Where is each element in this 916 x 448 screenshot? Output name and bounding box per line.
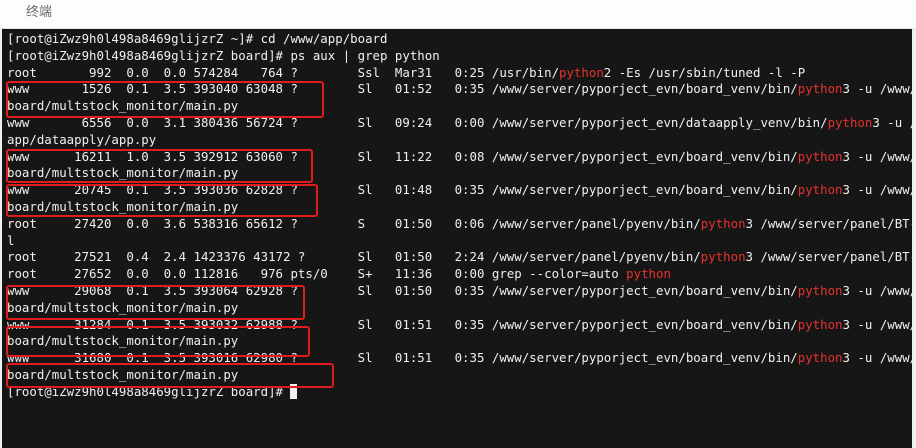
terminal-text: root 27420 0.0 3.6 538316 65612 ? S 01:5… — [7, 215, 701, 231]
annotation-box-3 — [6, 184, 318, 217]
terminal-line: root 992 0.0 0.0 574284 764 ? Ssl Mar31 … — [7, 65, 912, 82]
highlighted-match: python — [797, 148, 843, 164]
terminal-line: [root@iZwz9h0l498a8469glijzrZ ~]# cd /ww… — [7, 31, 912, 48]
terminal-line: root 27521 0.4 2.4 1423376 43172 ? Sl 01… — [7, 249, 912, 266]
annotation-box-6 — [6, 363, 334, 388]
terminal-text: 3 /www/server/panel/BT-Pane — [745, 215, 912, 231]
highlighted-match: python — [797, 350, 843, 366]
terminal-text: 3 -u /www/app/ — [842, 350, 912, 366]
annotation-box-1 — [6, 81, 324, 118]
terminal-line: root 27652 0.0 0.0 112816 976 pts/0 S+ 1… — [7, 266, 912, 283]
terminal-text: 3 -u /www/app/ — [842, 282, 912, 298]
window-title: 终端 — [26, 4, 53, 19]
title-bar: 终端 — [0, 0, 916, 29]
annotation-box-5 — [6, 326, 310, 357]
terminal-line: [root@iZwz9h0l498a8469glijzrZ board]# ps… — [7, 48, 912, 65]
terminal-output[interactable]: [root@iZwz9h0l498a8469glijzrZ ~]# cd /ww… — [2, 29, 912, 448]
terminal-text: 3 -u /www/app/ — [842, 316, 912, 332]
highlighted-match: python — [559, 64, 604, 80]
terminal-text: app/dataapply/app.py — [7, 131, 157, 147]
terminal-window: 终端 [root@iZwz9h0l498a8469glijzrZ ~]# cd … — [0, 0, 916, 448]
terminal-text: root 992 0.0 0.0 574284 764 ? Ssl Mar31 … — [7, 64, 560, 80]
annotation-box-2 — [6, 149, 313, 183]
highlighted-match: python — [700, 215, 746, 231]
highlighted-match: python — [797, 81, 843, 97]
terminal-text: 3 -u /www/app/ — [842, 148, 912, 164]
terminal-text: l — [7, 232, 15, 248]
highlighted-match: python — [797, 182, 843, 198]
terminal-text: [root@iZwz9h0l498a8469glijzrZ ~]# cd /ww… — [7, 31, 388, 46]
terminal-text: root 27521 0.4 2.4 1423376 43172 ? Sl 01… — [7, 249, 701, 265]
terminal-text: 2 -Es /usr/sbin/tuned -l -P — [603, 64, 806, 80]
terminal-line: l — [7, 233, 912, 250]
terminal-text: root 27652 0.0 0.0 112816 976 pts/0 S+ 1… — [7, 266, 627, 282]
terminal-text: 3 -u /www/ — [872, 114, 912, 130]
highlighted-match: python — [827, 114, 873, 130]
annotation-box-4 — [6, 285, 305, 320]
highlighted-match: python — [797, 282, 843, 298]
terminal-text: 3 -u /www/app/ — [842, 182, 912, 198]
terminal-text: 3 -u /www/app/ — [842, 81, 912, 97]
highlighted-match: python — [700, 249, 746, 265]
highlighted-match: python — [797, 316, 843, 332]
terminal-text: 3 /www/server/panel/BT-Task — [745, 249, 912, 265]
terminal-text: [root@iZwz9h0l498a8469glijzrZ board]# ps… — [7, 47, 440, 63]
highlighted-match: python — [626, 266, 671, 282]
terminal-line: app/dataapply/app.py — [7, 132, 912, 149]
terminal-line: root 27420 0.0 3.6 538316 65612 ? S 01:5… — [7, 216, 912, 233]
